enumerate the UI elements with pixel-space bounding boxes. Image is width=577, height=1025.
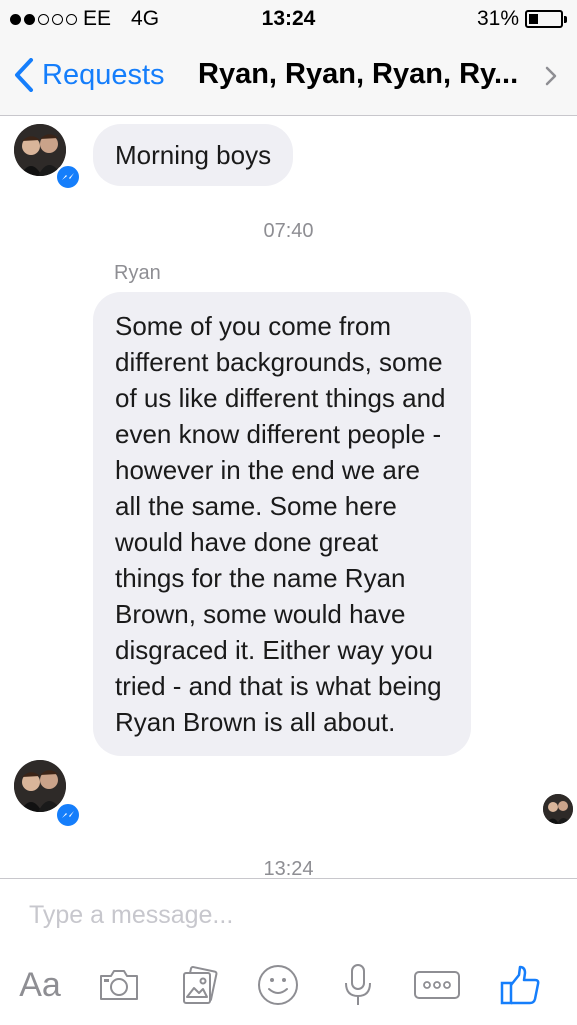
photo-icon	[183, 965, 218, 1004]
battery-status: 31%	[476, 7, 567, 31]
message-input[interactable]: Type a message...	[29, 901, 233, 930]
composer-toolbar: Aa	[0, 957, 577, 1017]
sender-name: Ryan	[114, 262, 161, 284]
thumbs-up-icon	[500, 965, 540, 1005]
smiley-icon	[258, 965, 298, 1005]
back-button[interactable]: Requests	[14, 58, 165, 92]
conversation-title[interactable]: Ryan, Ryan, Ryan, Ry...	[198, 58, 528, 91]
message-text: Some of you come from different backgrou…	[115, 311, 446, 737]
emoji-button[interactable]	[256, 957, 300, 1013]
messenger-badge-icon	[55, 802, 81, 828]
message-bubble[interactable]: Some of you come from different backgrou…	[93, 292, 471, 756]
chevron-right-icon[interactable]	[545, 66, 557, 86]
chevron-left-icon	[15, 58, 33, 92]
message-bubble[interactable]: Morning boys	[93, 124, 294, 186]
microphone-icon	[345, 964, 371, 1005]
battery-icon	[525, 10, 567, 28]
message-text: Morning boys	[115, 140, 272, 170]
photo-button[interactable]	[176, 957, 222, 1013]
read-receipt-avatar	[543, 794, 573, 824]
voice-button[interactable]	[338, 957, 378, 1013]
more-icon	[414, 971, 460, 999]
back-button-label: Requests	[42, 58, 165, 91]
status-bar: EE 4G 13:24 31%	[0, 0, 577, 38]
camera-icon	[100, 970, 138, 1000]
like-button[interactable]	[496, 957, 544, 1013]
battery-percent: 31%	[476, 7, 519, 30]
camera-button[interactable]	[96, 957, 142, 1013]
more-button[interactable]	[412, 957, 462, 1013]
message-composer: Type a message... Aa	[0, 878, 577, 1025]
text-format-button[interactable]: Aa	[16, 957, 64, 1013]
messenger-badge-icon	[55, 164, 81, 190]
navigation-bar: Requests Ryan, Ryan, Ryan, Ry...	[0, 38, 577, 116]
timestamp: 07:40	[263, 220, 314, 242]
